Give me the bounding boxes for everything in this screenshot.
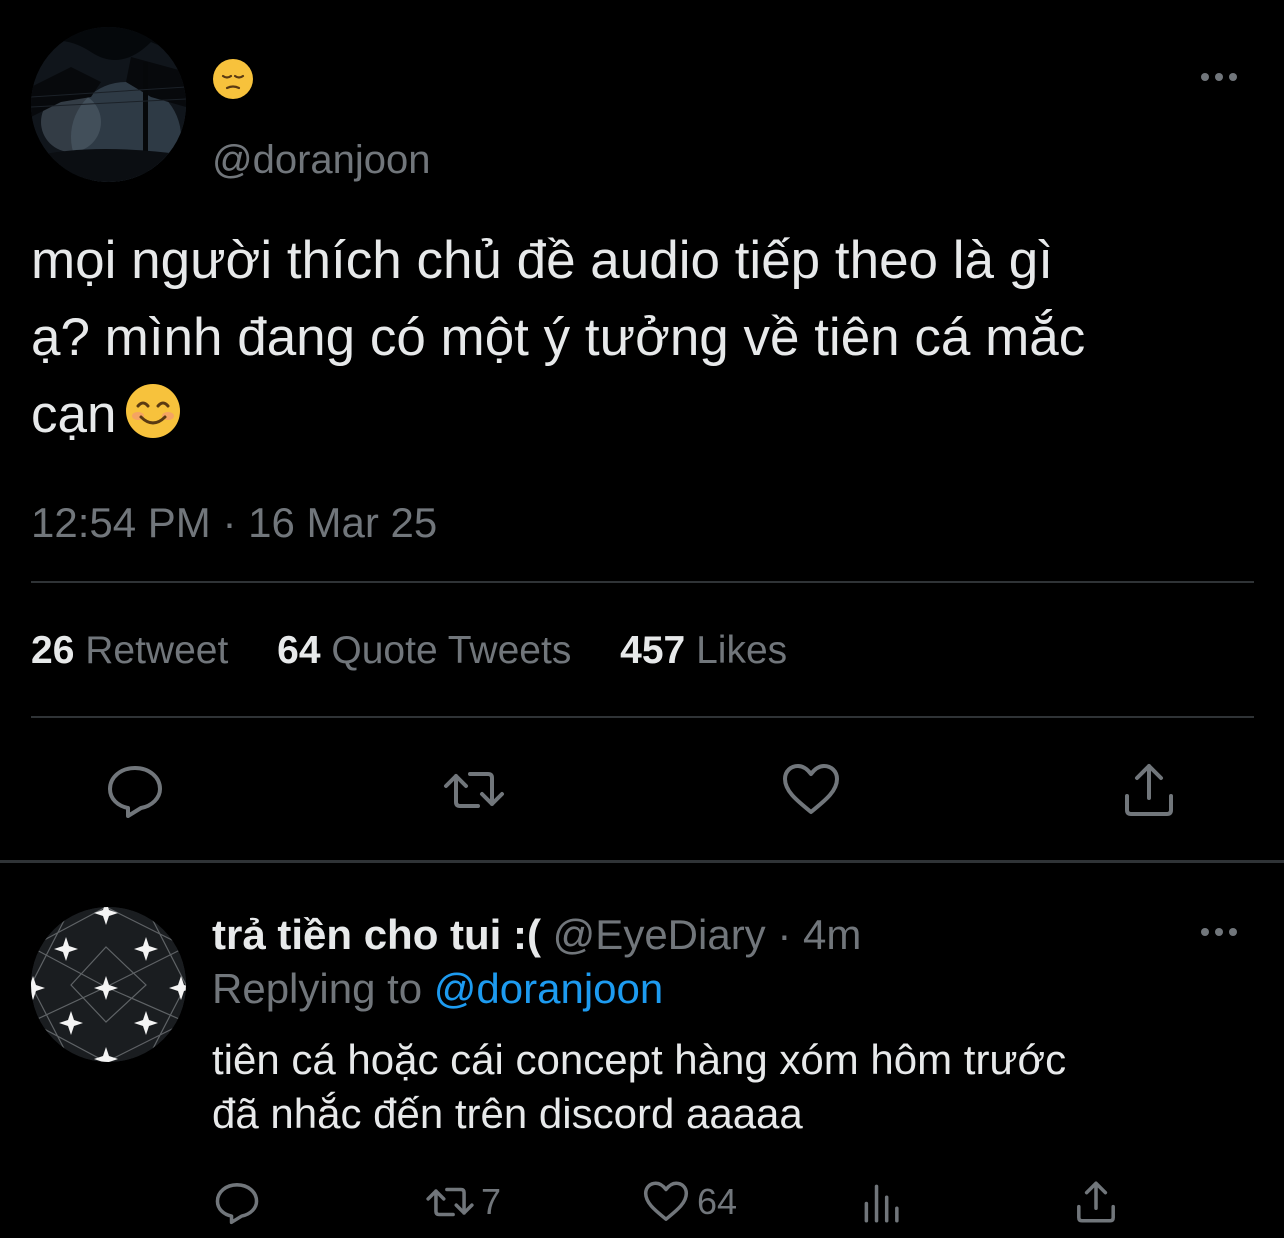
quote-label: Quote Tweets — [331, 629, 572, 672]
avatar-tree-photo — [31, 27, 186, 182]
tweet-text-line-2: ạ? mình đang có một ý tưởng về tiên cá m… — [31, 308, 1086, 367]
reply-button[interactable] — [103, 758, 167, 822]
tweet-text-line-3: cạn — [31, 385, 117, 444]
reply-reply-button[interactable] — [212, 1172, 262, 1232]
reply-text: tiên cá hoặc cái concept hàng xóm hôm tr… — [212, 1033, 1262, 1141]
avatar-star-pattern — [31, 907, 186, 1062]
reply-share-button[interactable] — [1071, 1172, 1121, 1232]
tweet-stats: 26 Retweet 64 Quote Tweets 457 Likes — [31, 625, 825, 677]
reply-analytics-button[interactable] — [857, 1172, 907, 1232]
likes-label: Likes — [696, 629, 788, 672]
heart-icon — [783, 764, 839, 814]
author-handle[interactable]: @doranjoon — [212, 136, 431, 184]
replying-to: Replying to @doranjoon — [212, 963, 663, 1015]
analytics-icon — [864, 1184, 899, 1223]
retweet-count: 26 — [31, 629, 75, 672]
quote-stat[interactable]: 64 Quote Tweets — [277, 629, 571, 672]
share-icon — [1077, 1181, 1115, 1223]
display-name-emoji — [212, 58, 254, 100]
likes-count: 457 — [620, 629, 686, 672]
reply-author-name[interactable]: trả tiền cho tui :( — [212, 911, 541, 958]
divider — [31, 716, 1254, 718]
tweet-text-line-1: mọi người thích chủ đề audio tiếp theo l… — [31, 231, 1053, 290]
divider — [31, 581, 1254, 583]
retweet-icon — [444, 772, 504, 808]
reply-text-line-2: đã nhắc đến trên discord aaaaa — [212, 1090, 803, 1137]
share-icon — [1125, 764, 1173, 816]
reply-time[interactable]: 4m — [803, 911, 861, 958]
likes-stat[interactable]: 457 Likes — [620, 629, 787, 672]
author-avatar[interactable] — [31, 27, 186, 182]
replying-to-label: Replying to — [212, 965, 423, 1012]
reply-author-handle[interactable]: @EyeDiary — [553, 911, 766, 958]
retweet-stat[interactable]: 26 Retweet — [31, 629, 228, 672]
reply-like-button[interactable]: 64 — [641, 1172, 737, 1232]
retweet-icon — [426, 1187, 474, 1217]
reply-author-avatar[interactable] — [31, 907, 186, 1062]
more-options-icon[interactable] — [1196, 62, 1242, 92]
retweet-label: Retweet — [85, 629, 229, 672]
replying-to-mention[interactable]: @doranjoon — [434, 965, 663, 1012]
quote-count: 64 — [277, 629, 321, 672]
tweet-timestamp[interactable]: 12:54 PM · 16 Mar 25 — [31, 497, 437, 549]
pensive-face-icon — [213, 59, 253, 99]
share-button[interactable] — [1117, 758, 1181, 822]
reply-like-count: 64 — [697, 1181, 738, 1222]
reply-header: trả tiền cho tui :( @EyeDiary · 4m — [212, 909, 861, 961]
reply-more-options-icon[interactable] — [1196, 917, 1242, 947]
heart-icon — [643, 1181, 689, 1221]
section-divider — [0, 860, 1284, 863]
reply-separator: · — [777, 911, 792, 958]
retweet-button[interactable] — [442, 758, 506, 822]
reply-retweet-button[interactable]: 7 — [425, 1172, 501, 1232]
reply-retweet-count: 7 — [481, 1181, 502, 1222]
like-button[interactable] — [779, 758, 843, 822]
reply-icon — [108, 766, 162, 818]
smiling-face-icon — [124, 382, 182, 440]
tweet-text: mọi người thích chủ đề audio tiếp theo l… — [31, 222, 1271, 453]
reply-icon — [215, 1183, 259, 1225]
reply-text-line-1: tiên cá hoặc cái concept hàng xóm hôm tr… — [212, 1036, 1067, 1083]
